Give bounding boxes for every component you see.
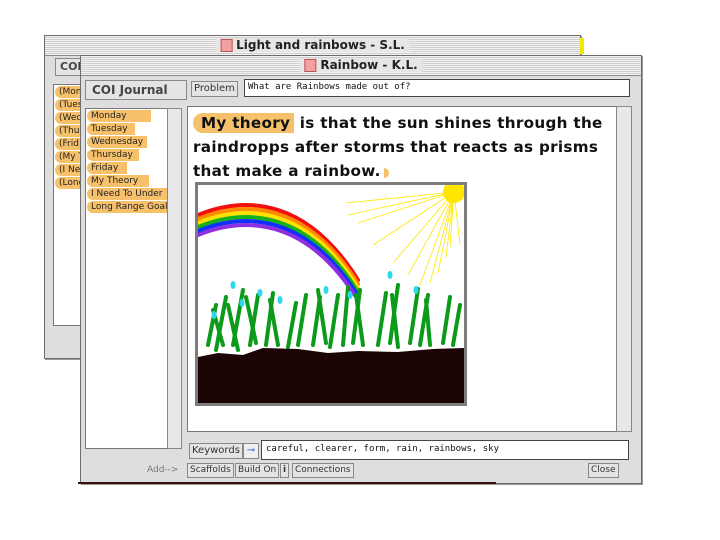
yellow-edge-marker	[580, 38, 584, 54]
raindrop	[211, 311, 217, 319]
note-scrollbar[interactable]	[616, 106, 632, 432]
rainbow-drawing	[195, 182, 467, 406]
grass-blade	[268, 298, 280, 347]
window-shadow-line	[78, 482, 496, 484]
grass-blade	[341, 285, 350, 347]
grass-blade	[316, 288, 328, 345]
keywords-field[interactable]: careful, clearer, form, rain, rainbows, …	[261, 440, 629, 460]
problem-field[interactable]: What are Rainbows made out of?	[244, 79, 630, 97]
keywords-arrow-icon[interactable]: ⊸	[243, 443, 259, 459]
raindrop	[239, 299, 245, 307]
connections-button[interactable]: Connections	[292, 463, 354, 478]
theory-scaffold-tag[interactable]: My theory	[193, 113, 295, 133]
grass-blade	[451, 303, 462, 347]
scaffolds-button[interactable]: Scaffolds	[187, 463, 234, 478]
sidebar-heading: COI Journal	[85, 80, 187, 100]
journal-scrollbar[interactable]	[167, 108, 182, 449]
raindrop	[387, 271, 393, 279]
front-window-titlebar[interactable]: Rainbow - K.L.	[81, 56, 641, 76]
background-window-titlebar[interactable]: Light and rainbows - S.L.	[45, 36, 580, 56]
scaffold-end-marker	[383, 168, 389, 178]
front-window-title: Rainbow - K.L.	[299, 58, 423, 72]
info-button[interactable]: i	[280, 463, 290, 478]
raindrop	[277, 296, 283, 304]
sun-ray	[347, 191, 455, 216]
journal-item-tuesday[interactable]: Tuesday	[87, 123, 135, 135]
journal-item-wednesday[interactable]: Wednesday	[87, 136, 147, 148]
grass-blade	[441, 295, 452, 345]
document-icon	[304, 58, 317, 72]
raindrop	[230, 281, 236, 289]
grass	[206, 283, 462, 352]
journal-item-thursday[interactable]: Thursday	[87, 149, 139, 161]
front-window-title-text: Rainbow - K.L.	[320, 58, 418, 72]
add-button[interactable]: Add-->	[145, 464, 180, 477]
journal-item-long-range-goal[interactable]: Long Range Goal	[87, 201, 169, 213]
grass-blade	[424, 298, 432, 347]
journal-item-need-to-understand[interactable]: I Need To Under	[87, 188, 167, 200]
keywords-button[interactable]: Keywords	[189, 443, 243, 459]
front-window[interactable]: Rainbow - K.L. COI Journal Monday Tuesda…	[80, 55, 642, 484]
background-window-title: Light and rainbows - S.L.	[215, 38, 410, 52]
background-window-title-text: Light and rainbows - S.L.	[236, 38, 405, 52]
problem-text: What are Rainbows made out of?	[248, 82, 411, 92]
raindrop	[257, 289, 263, 297]
sun-rays	[345, 191, 461, 286]
raindrop	[413, 286, 419, 294]
close-button[interactable]: Close	[588, 463, 619, 478]
build-on-button[interactable]: Build On	[235, 463, 280, 478]
note-content[interactable]: My theory is that the sun shines through…	[187, 106, 617, 432]
grass-blade	[376, 291, 388, 347]
journal-item-monday[interactable]: Monday	[87, 110, 151, 122]
journal-item-friday[interactable]: Friday	[87, 162, 127, 174]
document-icon	[220, 38, 233, 52]
grass-blade	[328, 293, 340, 349]
rainbow-arc	[198, 203, 360, 302]
sun-ray	[437, 191, 455, 274]
theory-text-block: My theory is that the sun shines through…	[193, 111, 615, 183]
grass-blade	[408, 287, 420, 345]
journal-list: Monday Tuesday Wednesday Thursday Friday…	[85, 108, 169, 449]
problem-button[interactable]: Problem	[191, 81, 238, 97]
grass-blade	[286, 301, 298, 349]
sun-icon	[443, 185, 464, 203]
ground	[198, 348, 464, 403]
keywords-text: careful, clearer, form, rain, rainbows, …	[266, 444, 499, 454]
raindrop	[323, 286, 329, 294]
sun-ray	[419, 191, 455, 286]
journal-item-my-theory[interactable]: My Theory	[87, 175, 149, 187]
rainbow-drawing-canvas	[198, 185, 464, 403]
grass-blade	[296, 293, 308, 347]
raindrop	[347, 291, 353, 299]
